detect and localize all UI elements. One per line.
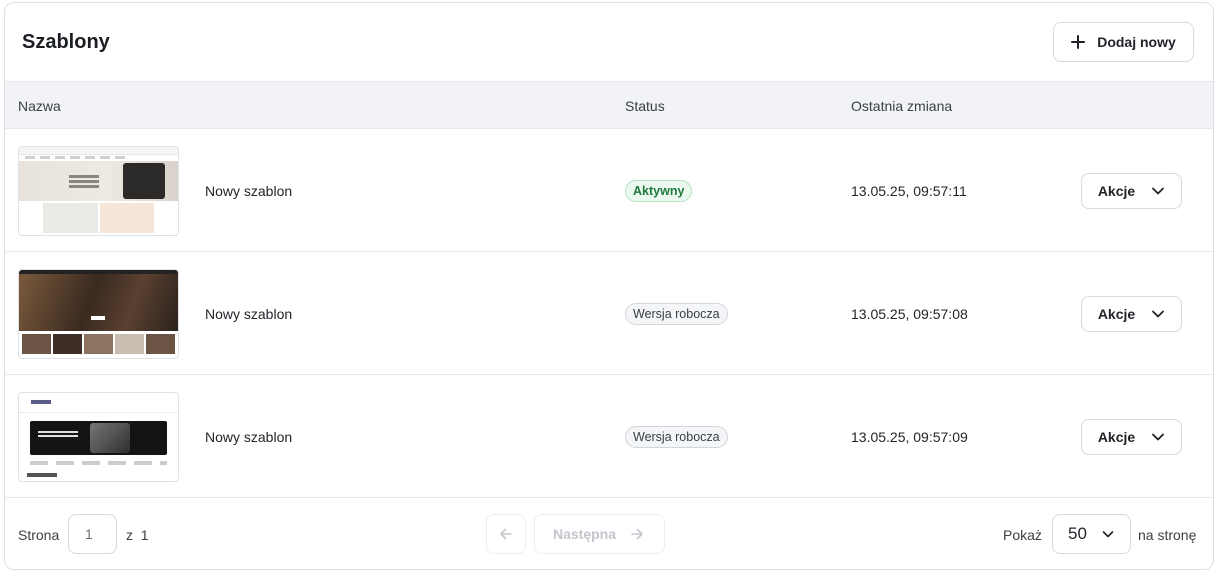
table-header: Nazwa Status Ostatnia zmiana [5,81,1213,129]
page-title: Szablony [22,30,110,53]
templates-card: Szablony Dodaj nowy Nazwa Status Ostatni… [4,2,1214,570]
per-page-select[interactable]: 50 [1052,514,1131,554]
chevron-down-icon [1152,310,1165,318]
add-new-button[interactable]: Dodaj nowy [1053,22,1194,62]
table-row[interactable]: Nowy szablon Wersja robocza 13.05.25, 09… [5,375,1213,498]
column-header-status[interactable]: Status [625,98,665,114]
page-total: z 1 [126,527,149,543]
previous-page-button[interactable] [486,514,526,554]
actions-label: Akcje [1097,429,1136,445]
pagination-bar: Strona z 1 Następna Pokaż 50 na stronę [5,498,1213,569]
template-name[interactable]: Nowy szablon [205,306,292,322]
template-thumbnail[interactable] [18,392,179,482]
status-badge: Wersja robocza [625,303,728,325]
template-thumbnail[interactable] [18,269,179,359]
per-page-value: 50 [1068,524,1087,543]
page-header: Szablony Dodaj nowy [5,3,1213,81]
chevron-down-icon [1152,187,1165,195]
table-row[interactable]: Nowy szablon Aktywny 13.05.25, 09:57:11 … [5,129,1213,252]
show-label: Pokaż [1003,527,1042,543]
actions-dropdown-button[interactable]: Akcje [1081,173,1182,209]
total-pages: 1 [140,527,149,543]
arrow-right-icon [631,528,643,540]
next-label: Następna [552,526,617,542]
per-page-suffix: na stronę [1138,527,1197,543]
arrow-left-icon [500,528,512,540]
column-header-last-change[interactable]: Ostatnia zmiana [851,98,952,114]
template-name[interactable]: Nowy szablon [205,429,292,445]
add-new-label: Dodaj nowy [1097,34,1176,50]
template-name[interactable]: Nowy szablon [205,183,292,199]
page-label: Strona [18,527,60,543]
actions-dropdown-button[interactable]: Akcje [1081,419,1182,455]
actions-dropdown-button[interactable]: Akcje [1081,296,1182,332]
last-change-date: 13.05.25, 09:57:09 [851,429,968,445]
template-thumbnail[interactable] [18,146,179,236]
status-badge: Wersja robocza [625,426,728,448]
plus-icon [1071,35,1086,49]
last-change-date: 13.05.25, 09:57:11 [851,183,967,199]
actions-label: Akcje [1097,306,1136,322]
table-row[interactable]: Nowy szablon Wersja robocza 13.05.25, 09… [5,252,1213,375]
column-header-name[interactable]: Nazwa [18,98,61,114]
next-page-button[interactable]: Następna [534,514,665,554]
chevron-down-icon [1102,531,1114,538]
page-number-input[interactable] [68,514,117,554]
last-change-date: 13.05.25, 09:57:08 [851,306,968,322]
chevron-down-icon [1152,433,1165,441]
of-label: z [126,527,133,543]
actions-label: Akcje [1097,183,1136,199]
status-badge: Aktywny [625,180,693,202]
